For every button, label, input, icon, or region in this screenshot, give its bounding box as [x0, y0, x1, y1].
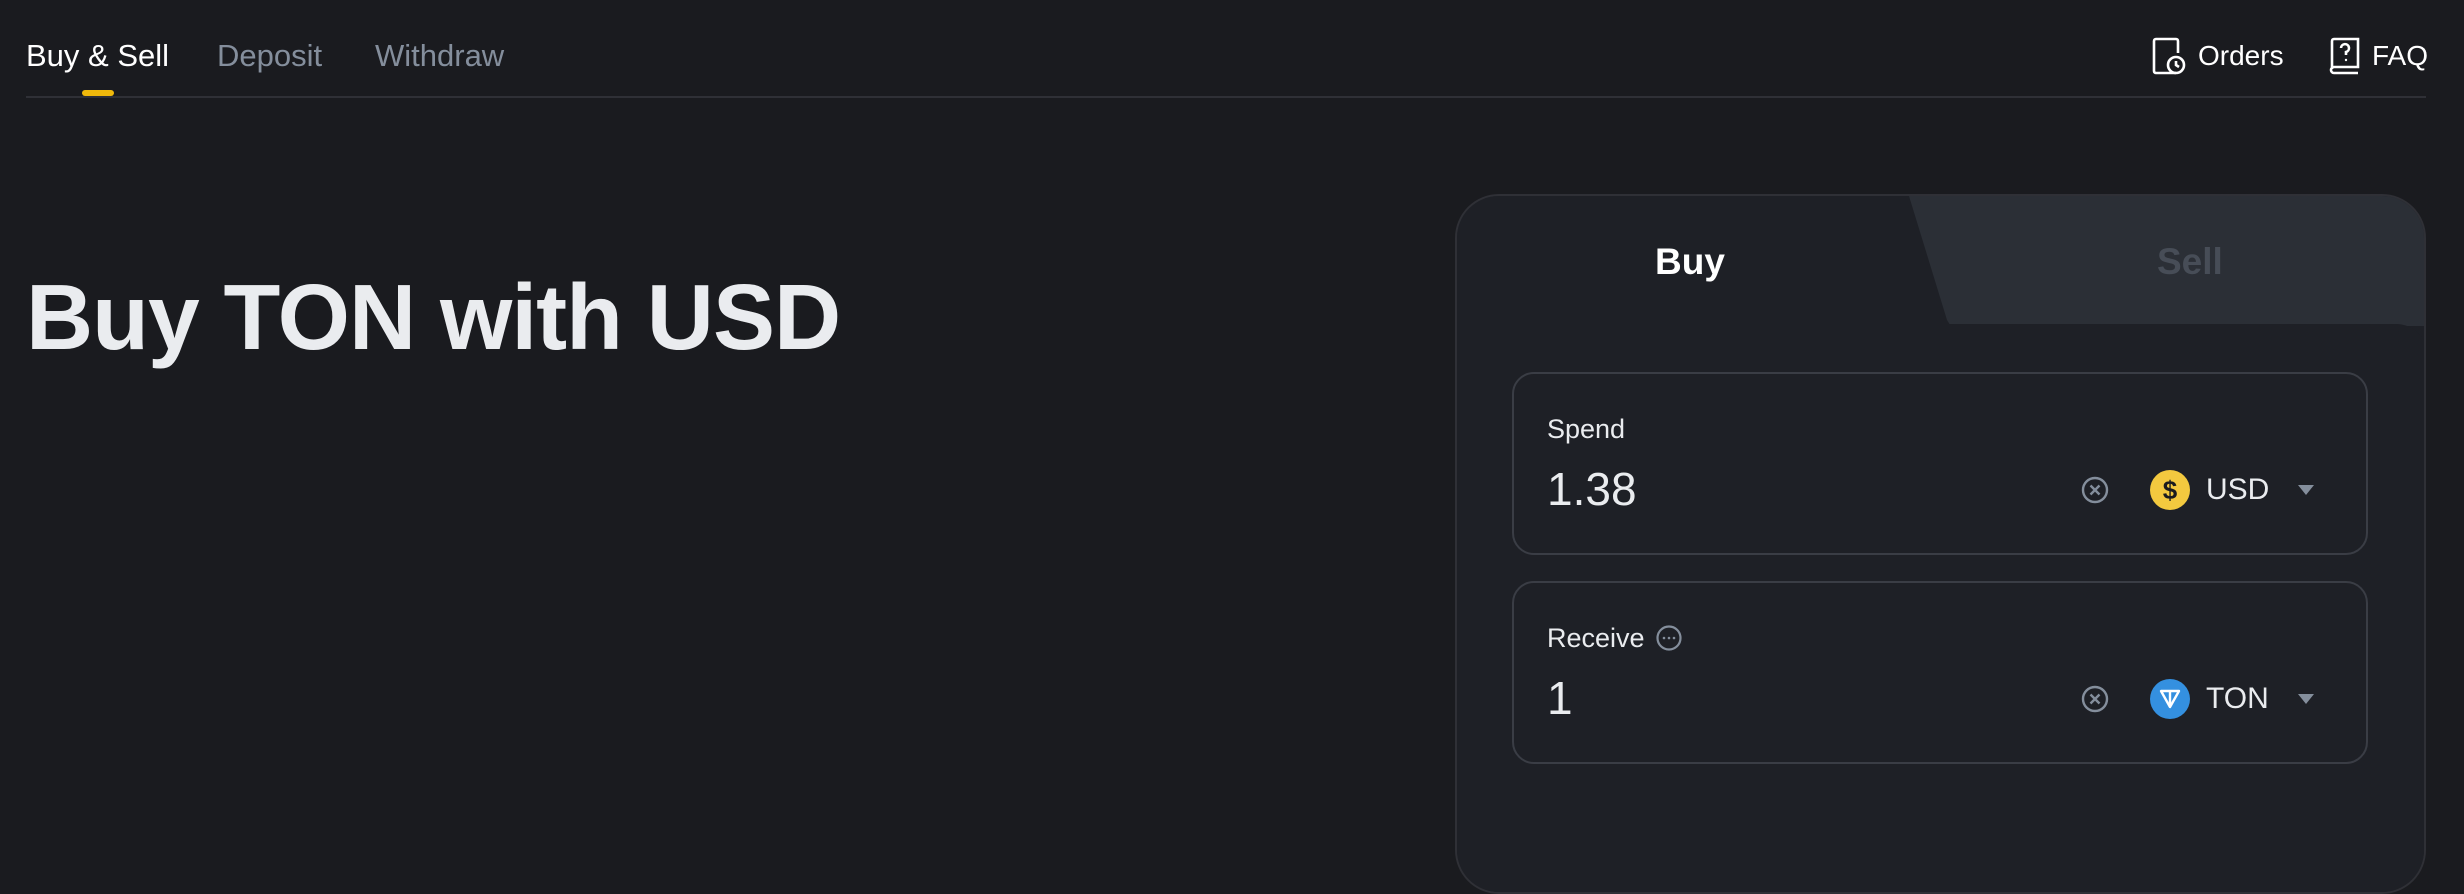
orders-clock-icon	[2152, 37, 2188, 75]
caret-down-icon	[2297, 694, 2314, 704]
faq-label: FAQ	[2372, 40, 2429, 71]
clear-icon	[2081, 685, 2109, 713]
receive-currency-code: TON	[2206, 682, 2269, 715]
tab-deposit[interactable]: Deposit	[217, 36, 322, 76]
spend-currency-code: USD	[2206, 473, 2270, 506]
ton-coin-icon	[2150, 679, 2190, 719]
active-tab-indicator	[82, 90, 114, 96]
receive-clear-button[interactable]	[2080, 684, 2110, 714]
spend-field[interactable]: Spend 1.38 $ USD	[1512, 372, 2368, 555]
tab-withdraw[interactable]: Withdraw	[375, 36, 504, 76]
spend-currency-select[interactable]: $ USD	[2150, 470, 2315, 510]
receive-amount-input[interactable]: 1	[1547, 669, 1573, 727]
spend-amount-input[interactable]: 1.38	[1547, 460, 1637, 518]
receive-currency-select[interactable]: TON	[2150, 679, 2315, 719]
orders-label: Orders	[2198, 40, 2284, 71]
page-title: Buy TON with USD	[26, 265, 841, 369]
usd-coin-icon: $	[2150, 470, 2190, 510]
faq-book-icon	[2328, 37, 2362, 75]
top-navigation: Buy & Sell Deposit Withdraw Orders FAQ	[26, 0, 2428, 98]
caret-down-icon	[2298, 485, 2315, 495]
spend-label: Spend	[1547, 414, 1626, 444]
receive-label: Receive	[1547, 623, 1645, 653]
receive-label-group: Receive	[1547, 621, 1683, 655]
clear-icon	[2081, 476, 2109, 504]
orders-button[interactable]: Orders	[2152, 36, 2284, 76]
spend-clear-button[interactable]	[2080, 475, 2110, 505]
tab-sell[interactable]: Sell	[2157, 240, 2223, 284]
tab-buy-and-sell[interactable]: Buy & Sell	[26, 36, 169, 76]
tab-buy[interactable]: Buy	[1655, 240, 1725, 284]
more-info-icon[interactable]	[1655, 624, 1683, 652]
receive-field[interactable]: Receive 1 TON	[1512, 581, 2368, 764]
faq-button[interactable]: FAQ	[2328, 36, 2428, 76]
